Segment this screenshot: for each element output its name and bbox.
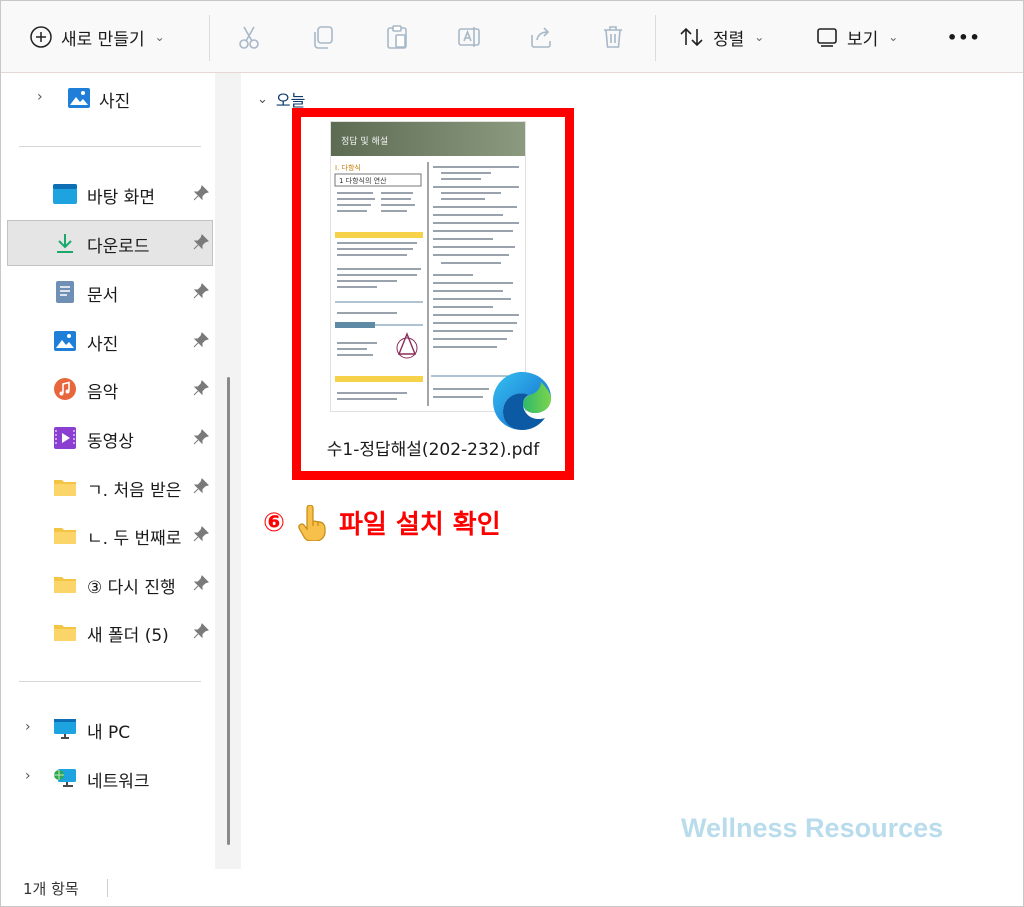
sidebar-item-label: ㄴ. 두 번째로 bbox=[87, 529, 182, 549]
pin-icon[interactable] bbox=[193, 185, 209, 201]
computer-icon bbox=[54, 719, 76, 739]
pin-icon[interactable] bbox=[193, 332, 209, 348]
sidebar-item-label: 네트워크 bbox=[87, 772, 150, 792]
sidebar-item-label: 다운로드 bbox=[87, 237, 150, 257]
watermark: Wellness Resources bbox=[681, 813, 944, 843]
network-icon bbox=[54, 769, 76, 787]
rename-icon[interactable] bbox=[455, 23, 483, 51]
sort-button-label: 정렬 bbox=[713, 29, 745, 50]
chevron-down-icon: ⌄ bbox=[257, 91, 268, 107]
sort-arrows-icon bbox=[680, 27, 703, 47]
sort-button[interactable]: 정렬 ⌄ bbox=[679, 17, 764, 57]
sidebar-item-label: 새 폴더 (5) bbox=[87, 626, 169, 646]
toolbar-divider bbox=[209, 15, 210, 61]
cut-icon[interactable] bbox=[235, 23, 263, 51]
sidebar-divider bbox=[19, 681, 201, 682]
new-button[interactable]: 새로 만들기 ⌄ bbox=[29, 17, 165, 57]
thumb-section-text: Ⅰ. 다항식 bbox=[335, 164, 361, 172]
sidebar-item-documents[interactable]: 문서 bbox=[7, 269, 213, 315]
desktop-icon bbox=[53, 184, 77, 204]
folder-icon bbox=[54, 577, 76, 593]
folder-icon bbox=[54, 480, 76, 496]
status-bar: 1개 항목 bbox=[1, 869, 1023, 906]
folder-icon bbox=[54, 528, 76, 544]
sidebar-divider bbox=[19, 146, 201, 147]
share-icon[interactable] bbox=[527, 23, 555, 51]
file-name-label[interactable]: 수1-정답해설(202-232).pdf bbox=[301, 435, 565, 460]
view-icon bbox=[817, 28, 837, 47]
more-options-icon: ••• bbox=[947, 27, 981, 47]
view-button-label: 보기 bbox=[847, 29, 879, 50]
sidebar-item-pictures[interactable]: 사진 bbox=[7, 318, 213, 364]
video-icon bbox=[54, 427, 76, 449]
status-divider bbox=[107, 879, 108, 897]
pin-icon[interactable] bbox=[193, 575, 209, 591]
sidebar-item-downloads[interactable]: 다운로드 bbox=[7, 220, 213, 266]
sidebar-item-pictures-top[interactable]: 사진 bbox=[7, 75, 213, 121]
pin-icon[interactable] bbox=[193, 526, 209, 542]
plus-circle-icon bbox=[30, 26, 52, 48]
new-button-label: 새로 만들기 bbox=[61, 29, 145, 50]
copy-icon[interactable] bbox=[309, 23, 337, 51]
sidebar-item-label: 사진 bbox=[99, 92, 131, 112]
document-icon bbox=[56, 281, 74, 303]
item-count: 1개 항목 bbox=[23, 880, 79, 898]
instruction-annotation: ⑥ 파일 설치 확인 bbox=[263, 504, 501, 541]
command-bar: 새로 만들기 ⌄ 정렬 ⌄ 보기 ⌄ ••• bbox=[1, 1, 1023, 73]
sidebar-scrollbar-thumb[interactable] bbox=[227, 377, 230, 845]
toolbar-divider bbox=[655, 15, 656, 61]
music-icon bbox=[54, 378, 76, 400]
sidebar-item-label: ③ 다시 진행 bbox=[87, 578, 176, 598]
pin-icon[interactable] bbox=[193, 478, 209, 494]
pin-icon[interactable] bbox=[193, 623, 209, 639]
pin-icon[interactable] bbox=[193, 234, 209, 250]
view-button[interactable]: 보기 ⌄ bbox=[815, 17, 898, 57]
sidebar-item-this-pc[interactable]: 내 PC bbox=[7, 706, 213, 752]
pointing-hand-icon bbox=[298, 504, 326, 541]
pin-icon[interactable] bbox=[193, 429, 209, 445]
file-explorer-window: 새로 만들기 ⌄ 정렬 ⌄ 보기 ⌄ ••• › 사진 바탕 화면 다운로드 문… bbox=[0, 0, 1024, 907]
sidebar-item-folder-first[interactable]: ㄱ. 처음 받은 bbox=[7, 464, 213, 510]
sidebar-item-network[interactable]: 네트워크 bbox=[7, 755, 213, 801]
chevron-down-icon: ⌄ bbox=[754, 30, 765, 44]
step-number: ⑥ bbox=[263, 507, 286, 538]
chevron-down-icon: ⌄ bbox=[154, 30, 165, 44]
sidebar-item-label: 사진 bbox=[87, 335, 119, 355]
pin-icon[interactable] bbox=[193, 283, 209, 299]
chevron-down-icon: ⌄ bbox=[888, 30, 899, 44]
sidebar-item-music[interactable]: 음악 bbox=[7, 366, 213, 412]
pin-icon[interactable] bbox=[193, 380, 209, 396]
sidebar-item-label: ㄱ. 처음 받은 bbox=[87, 481, 182, 501]
sidebar-item-folder-second[interactable]: ㄴ. 두 번째로 bbox=[7, 512, 213, 558]
paste-icon[interactable] bbox=[383, 23, 411, 51]
sidebar-item-new-folder[interactable]: 새 폴더 (5) bbox=[7, 609, 213, 655]
sidebar-item-label: 바탕 화면 bbox=[87, 188, 155, 208]
sidebar-item-label: 동영상 bbox=[87, 432, 134, 452]
annotation-text: 파일 설치 확인 bbox=[339, 510, 501, 540]
thumb-subsection-text: 1 다항식의 연산 bbox=[339, 177, 387, 185]
sidebar-item-label: 음악 bbox=[87, 383, 119, 403]
pictures-icon bbox=[54, 331, 76, 351]
thumb-header-text: 정답 및 해설 bbox=[341, 137, 389, 147]
sidebar-item-videos[interactable]: 동영상 bbox=[7, 415, 213, 461]
sidebar-item-folder-retry[interactable]: ③ 다시 진행 bbox=[7, 561, 213, 607]
more-options-button[interactable]: ••• bbox=[947, 17, 981, 57]
edge-browser-icon bbox=[493, 372, 551, 430]
pictures-icon bbox=[68, 88, 90, 108]
download-icon bbox=[57, 234, 73, 253]
folder-icon bbox=[54, 625, 76, 641]
sidebar-item-desktop[interactable]: 바탕 화면 bbox=[7, 171, 213, 217]
sidebar-item-label: 내 PC bbox=[87, 723, 131, 743]
delete-icon[interactable] bbox=[599, 23, 627, 51]
sidebar-item-label: 문서 bbox=[87, 286, 119, 306]
